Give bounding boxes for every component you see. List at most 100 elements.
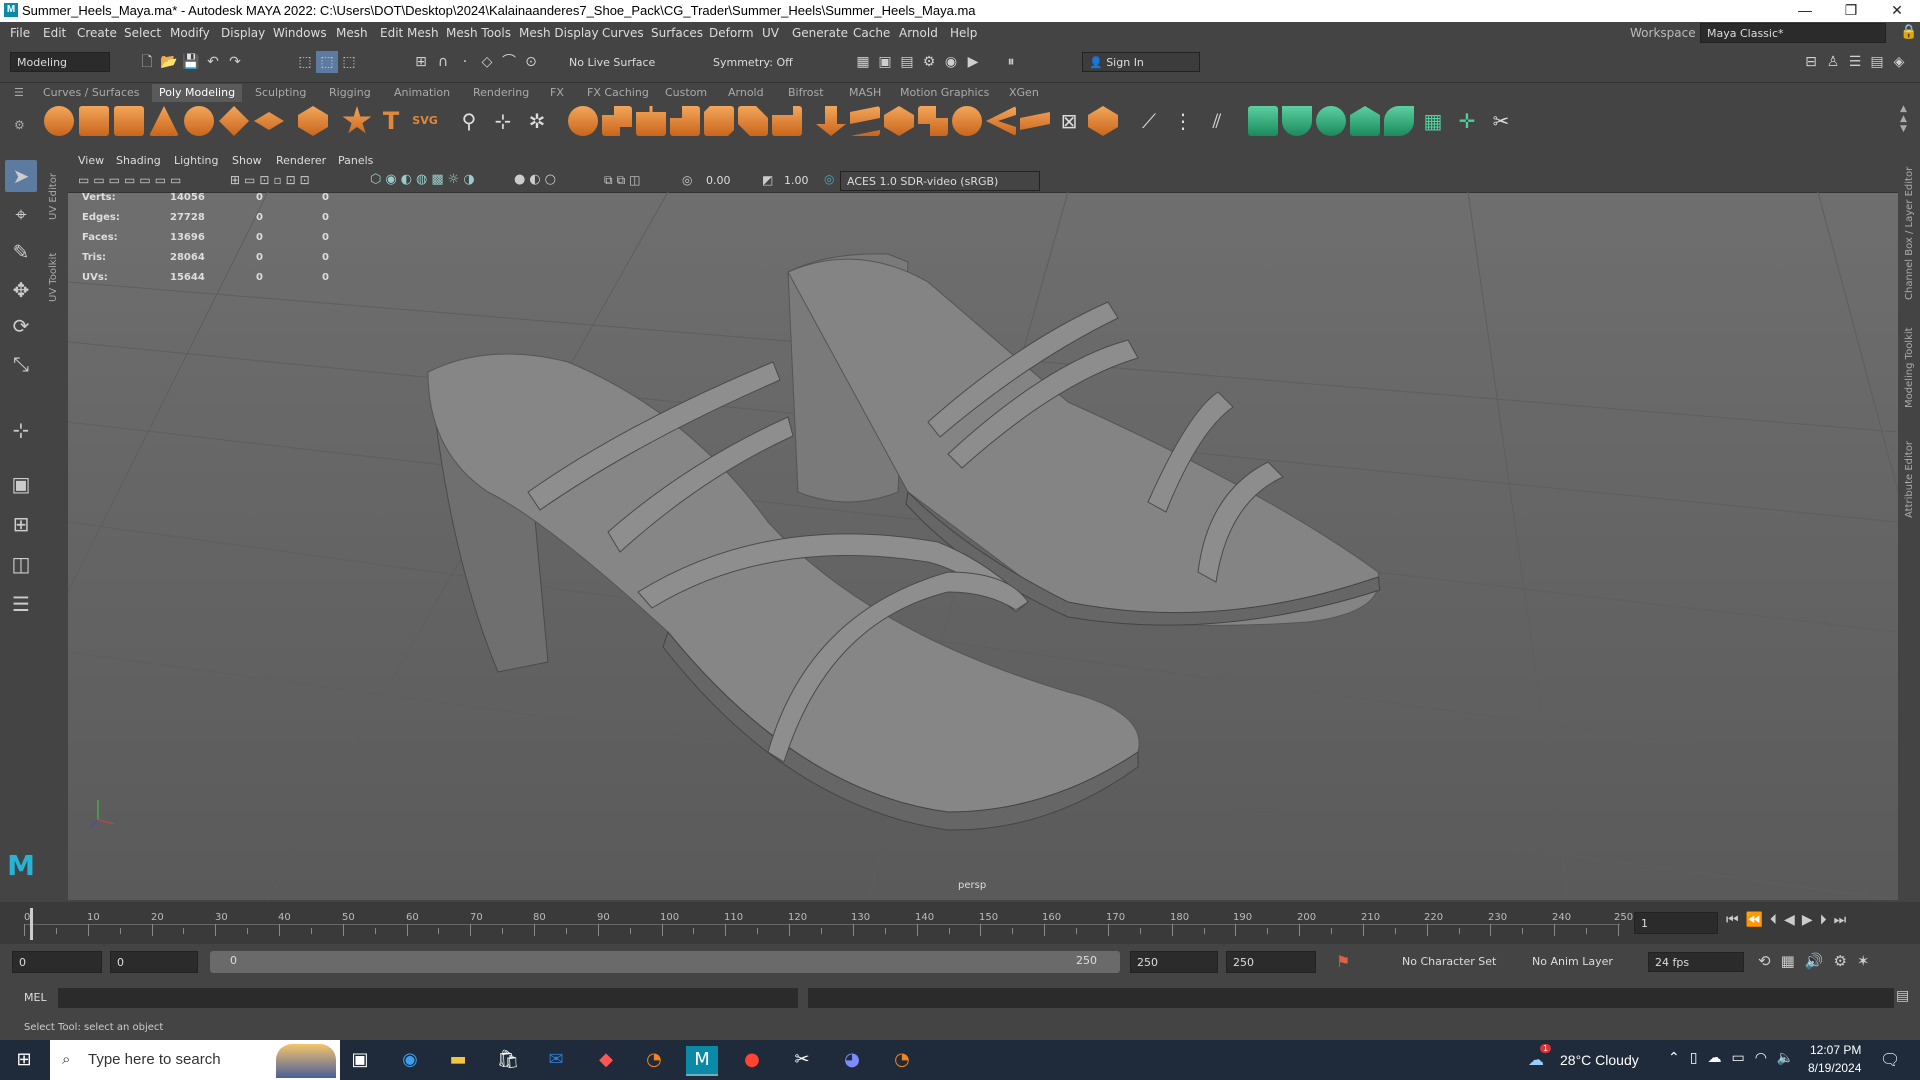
insert-edge-loop-icon[interactable]: ⋮	[1168, 106, 1198, 136]
snap-point-icon[interactable]: ·	[454, 51, 476, 73]
isolate-icon[interactable]: ●◐○	[514, 172, 560, 187]
tab-rendering[interactable]: Rendering	[466, 84, 536, 102]
render-settings-icon[interactable]: ⚙	[918, 51, 940, 73]
bevel-icon[interactable]	[884, 106, 914, 136]
menu-create[interactable]: Create	[77, 26, 117, 40]
uv-editor-tab[interactable]: UV Editor	[48, 160, 59, 220]
redo-icon[interactable]: ↷	[224, 51, 246, 73]
tab-fx[interactable]: FX	[543, 84, 571, 102]
attribute-editor-icon[interactable]: ▤	[1866, 51, 1888, 73]
task-view-icon[interactable]: ▣	[344, 1046, 376, 1074]
exposure-field[interactable]: 0.00	[700, 171, 740, 191]
undo-icon[interactable]: ↶	[202, 51, 224, 73]
render-view-icon[interactable]: ▦	[852, 51, 874, 73]
collapse-icon[interactable]: ⊠	[1054, 106, 1084, 136]
triangulate-icon[interactable]	[1088, 106, 1118, 136]
tab-bifrost[interactable]: Bifrost	[781, 84, 831, 102]
menu-deform[interactable]: Deform	[709, 26, 754, 40]
uv-layout-icon[interactable]: ▦	[1418, 106, 1448, 136]
workspace-dropdown[interactable]: Maya Classic*	[1700, 23, 1886, 43]
color-space-dropdown[interactable]: ACES 1.0 SDR-video (sRGB)	[840, 171, 1040, 191]
menu-help[interactable]: Help	[950, 26, 977, 40]
snap-grid-icon[interactable]: ⊞	[410, 51, 432, 73]
snap-pivot-icon[interactable]: ⊙	[520, 51, 542, 73]
display-toggles-icon[interactable]: ⊞▭⊡▫⊡⊡	[230, 173, 314, 187]
go-to-end-icon[interactable]: ⏭	[1834, 912, 1854, 928]
open-scene-icon[interactable]: 📂	[158, 51, 180, 73]
sound-icon[interactable]: 🔊	[1805, 952, 1834, 970]
resolution-gate-icon[interactable]: ⧉⧉◫	[604, 173, 644, 188]
fps-dropdown[interactable]: 24 fps	[1648, 952, 1744, 972]
move-tool-icon[interactable]: ✥	[5, 274, 37, 306]
bridge-icon[interactable]	[850, 106, 880, 136]
weather-text[interactable]: 28°C Cloudy	[1560, 1052, 1639, 1068]
time-slider[interactable]: 0 10 20 30 40 50 60 70 80 90 100 110 120…	[0, 902, 1920, 944]
remesh-icon[interactable]	[772, 106, 802, 136]
select-by-hierarchy-icon[interactable]: ⬚	[294, 51, 316, 73]
boolean-icon[interactable]	[704, 106, 734, 136]
viewport-menu-view[interactable]: View	[78, 154, 104, 167]
tab-motion-graphics[interactable]: Motion Graphics	[893, 84, 996, 102]
lock-icon[interactable]: 🔒	[1900, 24, 1917, 40]
blender-alt-icon[interactable]: ◔	[886, 1046, 918, 1074]
shelf-settings-icon[interactable]: ⚙	[14, 118, 25, 132]
snap-surface-icon[interactable]: ⌒	[498, 51, 520, 73]
volume-icon[interactable]: 🔈	[1777, 1050, 1804, 1066]
weather-icon[interactable]: ☁	[1528, 1050, 1544, 1069]
type-tool-icon[interactable]: T	[376, 106, 406, 136]
ipr-render-icon[interactable]: ▤	[896, 51, 918, 73]
tab-curves-surfaces[interactable]: Curves / Surfaces	[36, 84, 147, 102]
channel-box-icon[interactable]: ☰	[1844, 51, 1866, 73]
viewport-menu-lighting[interactable]: Lighting	[174, 154, 218, 167]
taskbar-search-box[interactable]: ⌕ Type here to search	[50, 1040, 340, 1080]
menu-mesh-display[interactable]: Mesh Display	[519, 26, 599, 40]
tab-arnold[interactable]: Arnold	[721, 84, 771, 102]
chevron-up-icon[interactable]: ⌃	[1668, 1050, 1690, 1066]
tab-rigging[interactable]: Rigging	[322, 84, 378, 102]
edge-icon[interactable]: ◉	[394, 1046, 426, 1074]
paint-select-icon[interactable]: ✎	[5, 236, 37, 268]
uv-snapshot-icon[interactable]: ✲	[522, 106, 552, 136]
character-set-dropdown[interactable]: No Character Set	[1396, 952, 1516, 972]
clock-date[interactable]: 8/19/2024	[1808, 1061, 1861, 1075]
last-tool-icon[interactable]: ⊹	[5, 414, 37, 446]
multi-cut-icon[interactable]: ⟋	[1134, 106, 1164, 136]
menu-surfaces[interactable]: Surfaces	[651, 26, 703, 40]
viewport-menu-show[interactable]: Show	[232, 154, 262, 167]
device-icon[interactable]: ▯	[1690, 1050, 1708, 1066]
notification-icon[interactable]: 🗨	[1880, 1050, 1900, 1069]
character-icon[interactable]: ✶	[1857, 952, 1880, 970]
shelf-menu-icon[interactable]: ☰	[14, 86, 28, 99]
shading-mode-icon[interactable]: ⬡◉◐◍▩☼◑	[370, 172, 479, 187]
menu-cache[interactable]: Cache	[853, 26, 890, 40]
character-controls-icon[interactable]: ♙	[1822, 51, 1844, 73]
scale-tool-icon[interactable]: ⤡	[5, 348, 37, 380]
step-back-key-icon[interactable]: ⏪	[1746, 912, 1770, 928]
timeline-ruler[interactable]: 0 10 20 30 40 50 60 70 80 90 100 110 120…	[24, 908, 1633, 938]
layer-editor-icon[interactable]: ◈	[1888, 51, 1910, 73]
menu-curves[interactable]: Curves	[602, 26, 644, 40]
sculpt-tool-icon[interactable]: ⚲	[454, 106, 484, 136]
modeling-toolkit-icon[interactable]: ⊟	[1800, 51, 1822, 73]
auto-key-icon[interactable]: ⚑	[1336, 952, 1350, 971]
anim-layer-dropdown[interactable]: No Anim Layer	[1526, 952, 1632, 972]
sign-in-button[interactable]: 👤 Sign In	[1082, 52, 1200, 72]
playback-end-field[interactable]: 250	[1130, 951, 1218, 973]
poly-plane-icon[interactable]	[219, 106, 249, 136]
super-shape-icon[interactable]	[342, 106, 372, 134]
modeling-toolkit-tab[interactable]: Modeling Toolkit	[1904, 318, 1915, 408]
hypershade-icon[interactable]: ◉	[940, 51, 962, 73]
menu-modify[interactable]: Modify	[170, 26, 210, 40]
menu-edit-mesh[interactable]: Edit Mesh	[380, 26, 439, 40]
menu-mesh[interactable]: Mesh	[336, 26, 368, 40]
single-perspective-layout-icon[interactable]: ▣	[5, 468, 37, 500]
tab-sculpting[interactable]: Sculpting	[248, 84, 313, 102]
menu-generate[interactable]: Generate	[792, 26, 848, 40]
cloud-icon[interactable]: ☁	[1707, 1050, 1731, 1066]
select-by-object-icon[interactable]: ⬚	[316, 51, 338, 73]
poly-cylinder-icon[interactable]	[114, 106, 144, 136]
svg-tool-icon[interactable]: SVG	[410, 106, 440, 136]
uv-automatic-icon[interactable]	[1350, 106, 1380, 136]
clock-time[interactable]: 12:07 PM	[1810, 1043, 1861, 1057]
blender-icon[interactable]: ◔	[638, 1046, 670, 1074]
